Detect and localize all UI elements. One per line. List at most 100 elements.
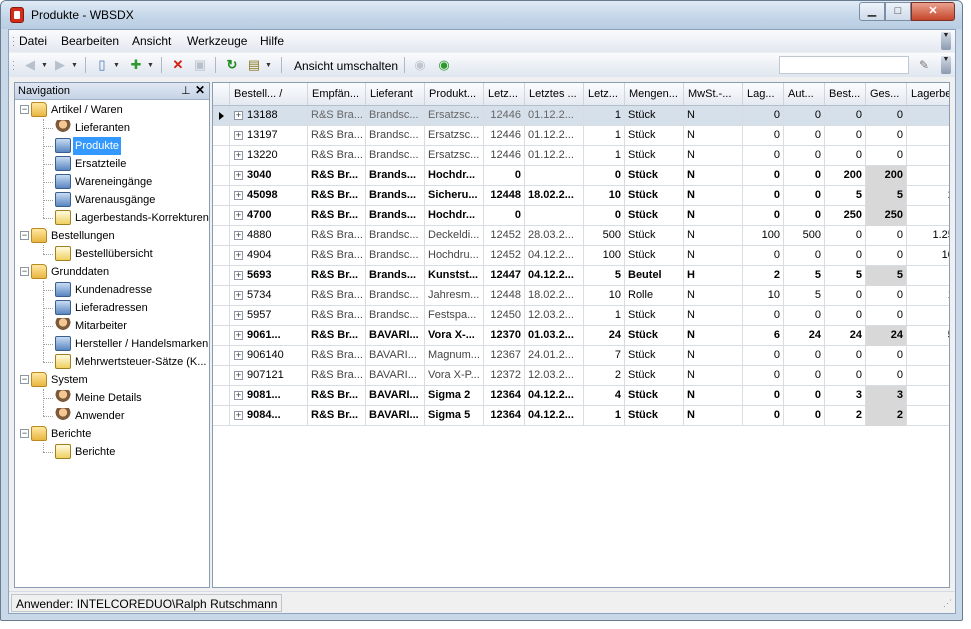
table-cell[interactable]: 0 — [866, 306, 907, 326]
expand-row-icon[interactable]: + — [234, 391, 243, 400]
pin-icon[interactable]: ⊥ — [181, 84, 191, 97]
expand-row-icon[interactable]: + — [234, 371, 243, 380]
row-indicator[interactable] — [213, 266, 230, 286]
table-cell[interactable]: 24 — [584, 326, 625, 346]
table-cell[interactable]: 10 — [907, 186, 949, 206]
table-cell[interactable]: 04.12.2... — [525, 406, 584, 426]
table-cell[interactable]: Brands... — [366, 266, 425, 286]
table-cell[interactable]: R&S Bra... — [308, 126, 366, 146]
table-cell[interactable]: Brands... — [366, 166, 425, 186]
table-cell[interactable]: 8 — [907, 266, 949, 286]
table-cell[interactable]: 0 — [784, 346, 825, 366]
tree-node[interactable]: Wareneingänge — [15, 173, 209, 191]
table-cell[interactable]: 7 — [584, 346, 625, 366]
table-cell[interactable]: N — [684, 246, 743, 266]
table-cell[interactable]: N — [684, 126, 743, 146]
table-cell[interactable]: 10 — [584, 186, 625, 206]
table-cell[interactable]: 0 — [743, 306, 784, 326]
table-cell[interactable]: Stück — [625, 166, 684, 186]
table-cell[interactable]: R&S Br... — [308, 386, 366, 406]
table-cell[interactable]: BAVARI... — [366, 366, 425, 386]
move-down-icon[interactable]: ◉ — [435, 56, 453, 74]
table-cell[interactable]: 0 — [866, 106, 907, 126]
table-cell[interactable]: Stück — [625, 126, 684, 146]
table-cell[interactable]: 12.03.2... — [525, 366, 584, 386]
new-dropdown-icon[interactable]: ▼ — [113, 62, 120, 69]
table-cell[interactable]: 0 — [825, 366, 866, 386]
table-cell[interactable]: 18.02.2... — [525, 186, 584, 206]
table-cell[interactable]: Sicheru... — [425, 186, 484, 206]
table-cell[interactable]: Brandsc... — [366, 226, 425, 246]
menu-hilfe[interactable]: Hilfe — [260, 34, 284, 48]
table-cell[interactable]: Stück — [625, 246, 684, 266]
table-cell[interactable]: 0 — [743, 206, 784, 226]
table-cell[interactable]: 0 — [866, 146, 907, 166]
table-row[interactable]: 45098 R&S Br... Brands... Sicheru... 12448 18… — [213, 186, 949, 206]
table-cell[interactable]: 0 — [866, 286, 907, 306]
collapse-icon[interactable]: − — [20, 375, 29, 384]
table-cell[interactable]: Vora X-P... — [425, 366, 484, 386]
table-cell[interactable]: H — [684, 266, 743, 286]
tree-node[interactable]: − Berichte — [15, 425, 209, 443]
table-cell[interactable]: 12448 — [484, 186, 525, 206]
table-cell[interactable]: 0 — [743, 166, 784, 186]
clear-search-icon[interactable]: ✎ — [914, 56, 934, 74]
table-cell[interactable]: Beutel — [625, 266, 684, 286]
table-cell[interactable]: 0 — [743, 386, 784, 406]
table-cell[interactable]: Stück — [625, 226, 684, 246]
table-cell[interactable]: 18.02.2... — [525, 286, 584, 306]
toggle-view-button[interactable]: Ansicht umschalten — [294, 59, 398, 73]
table-cell[interactable]: BAVARI... — [366, 386, 425, 406]
table-row[interactable]: 4880 R&S Bra... Brandsc... Deckeldi... 12452… — [213, 226, 949, 246]
table-cell[interactable]: Kunstst... — [425, 266, 484, 286]
table-cell[interactable]: N — [684, 326, 743, 346]
table-row[interactable]: 4700 R&S Br... Brands... Hochdr... 0 0 Stück N 0… — [213, 206, 949, 226]
table-cell[interactable]: 0 — [743, 146, 784, 166]
table-cell[interactable]: Stück — [625, 306, 684, 326]
table-cell[interactable]: 5 — [866, 266, 907, 286]
table-cell[interactable]: 10 — [743, 286, 784, 306]
table-cell[interactable]: R&S Br... — [308, 186, 366, 206]
tree-node[interactable]: − Artikel / Waren — [15, 101, 209, 119]
menu-bearbeiten[interactable]: Bearbeiten — [61, 34, 119, 48]
table-cell[interactable]: R&S Bra... — [308, 226, 366, 246]
new-document-icon[interactable]: ▯ — [93, 56, 111, 74]
title-bar[interactable]: Produkte - WBSDX ▁ □ ✕ — [1, 1, 962, 29]
table-cell[interactable]: Brandsc... — [366, 146, 425, 166]
table-cell[interactable]: 0 — [866, 346, 907, 366]
table-cell[interactable]: 12372 — [484, 366, 525, 386]
expand-row-icon[interactable]: + — [234, 351, 243, 360]
tree-node[interactable]: Meine Details — [15, 389, 209, 407]
expand-row-icon[interactable]: + — [234, 291, 243, 300]
add-dropdown-icon[interactable]: ▼ — [147, 62, 154, 69]
table-cell[interactable]: BAVARI... — [366, 346, 425, 366]
table-cell[interactable]: Stück — [625, 186, 684, 206]
table-cell[interactable]: 3 — [825, 386, 866, 406]
table-cell[interactable]: 0 — [743, 346, 784, 366]
table-cell[interactable]: Brandsc... — [366, 126, 425, 146]
table-cell[interactable]: N — [684, 306, 743, 326]
table-cell[interactable]: 500 — [784, 226, 825, 246]
table-cell[interactable]: Stück — [625, 106, 684, 126]
tree-node[interactable]: Ersatzteile — [15, 155, 209, 173]
table-cell[interactable]: 1 — [584, 406, 625, 426]
table-cell[interactable]: 12452 — [484, 226, 525, 246]
expand-row-icon[interactable]: + — [234, 251, 243, 260]
table-cell[interactable] — [525, 166, 584, 186]
table-cell[interactable]: 04.12.2... — [525, 246, 584, 266]
tree-node[interactable]: Lieferadressen — [15, 299, 209, 317]
column-header[interactable]: Mengen... — [625, 83, 684, 105]
table-cell[interactable]: N — [684, 106, 743, 126]
table-cell[interactable]: 4 — [584, 386, 625, 406]
delete-icon[interactable]: ✕ — [169, 56, 187, 74]
table-cell[interactable]: 200 — [825, 166, 866, 186]
table-cell[interactable]: 0 — [784, 186, 825, 206]
table-row[interactable]: 9081... R&S Br... BAVARI... Sigma 2 12364 04.… — [213, 386, 949, 406]
table-cell[interactable]: N — [684, 206, 743, 226]
table-cell[interactable]: Stück — [625, 406, 684, 426]
table-cell[interactable]: 0 — [825, 106, 866, 126]
table-cell[interactable]: Brandsc... — [366, 286, 425, 306]
table-cell[interactable]: R&S Bra... — [308, 306, 366, 326]
row-indicator[interactable] — [213, 386, 230, 406]
table-cell[interactable]: 2 — [866, 406, 907, 426]
